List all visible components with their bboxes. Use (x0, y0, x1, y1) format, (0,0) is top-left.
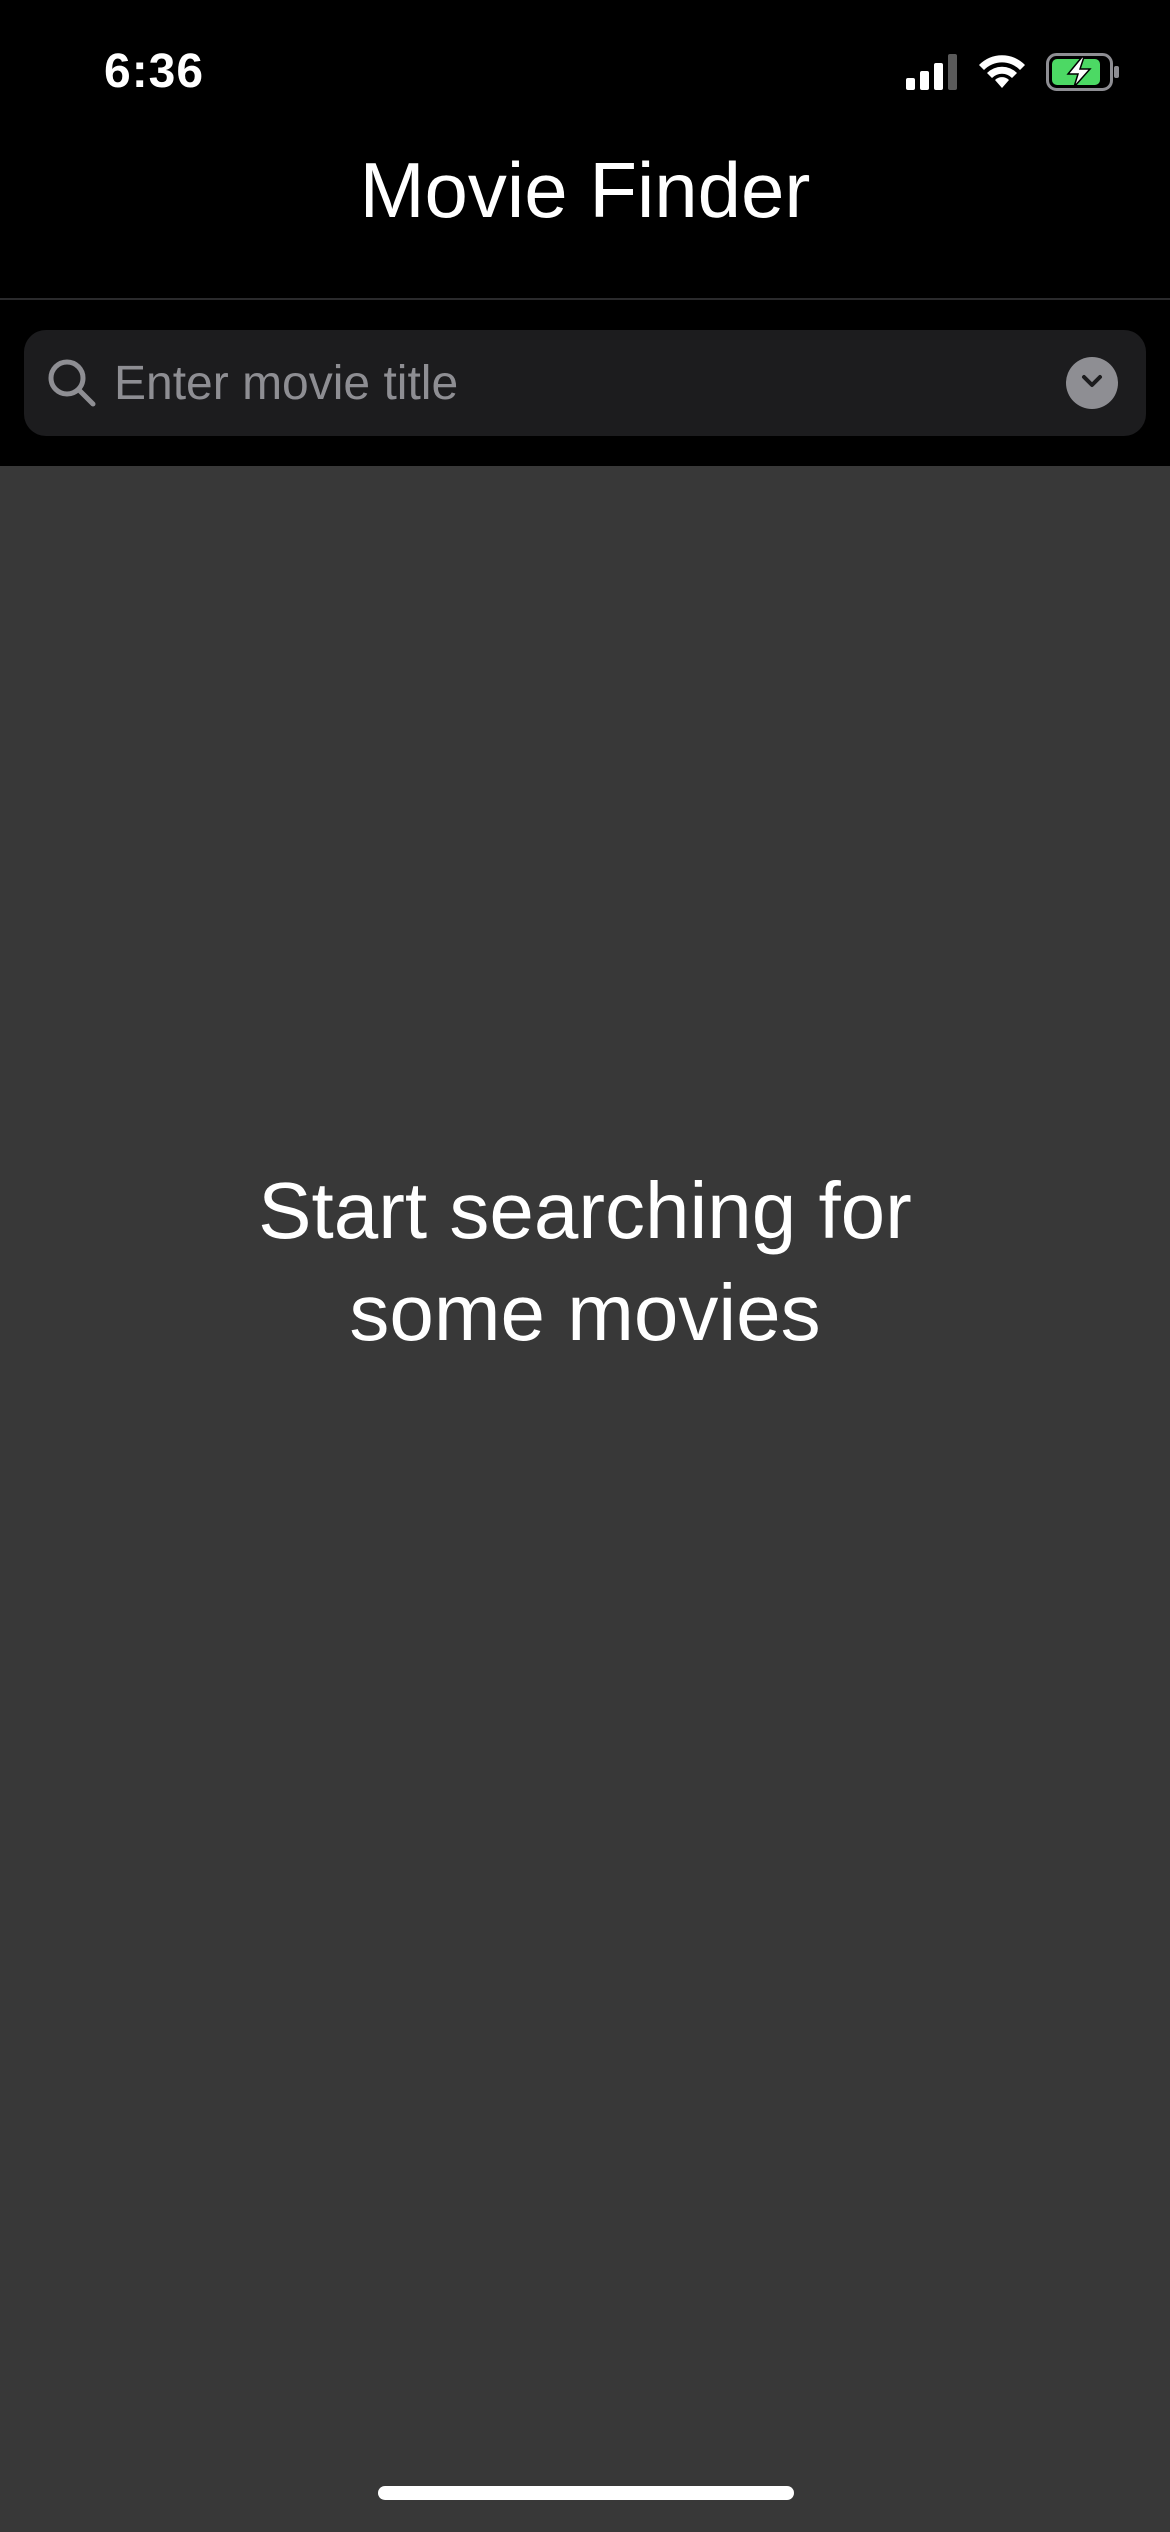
search-icon (46, 357, 98, 409)
status-time: 6:36 (104, 45, 205, 98)
home-indicator[interactable] (378, 2486, 794, 2500)
search-area (0, 300, 1170, 466)
wifi-icon (978, 54, 1026, 95)
screen: 6:36 Movie Finder Enter movie title Star… (0, 0, 1170, 2532)
cellular-signal-icon (906, 53, 958, 95)
chevron-down-icon (1078, 367, 1106, 400)
battery-charging-icon (1046, 52, 1120, 96)
search-input[interactable] (114, 330, 1064, 436)
status-icons (906, 50, 1120, 98)
status-bar: 6:36 (0, 0, 1170, 140)
dropdown-button[interactable] (1066, 357, 1118, 409)
navigation-bar: Movie Finder (0, 140, 1170, 300)
search-field[interactable] (24, 330, 1146, 436)
empty-state-message: Start searching for some movies (258, 1166, 912, 1357)
page-title: Movie Finder (359, 146, 811, 234)
